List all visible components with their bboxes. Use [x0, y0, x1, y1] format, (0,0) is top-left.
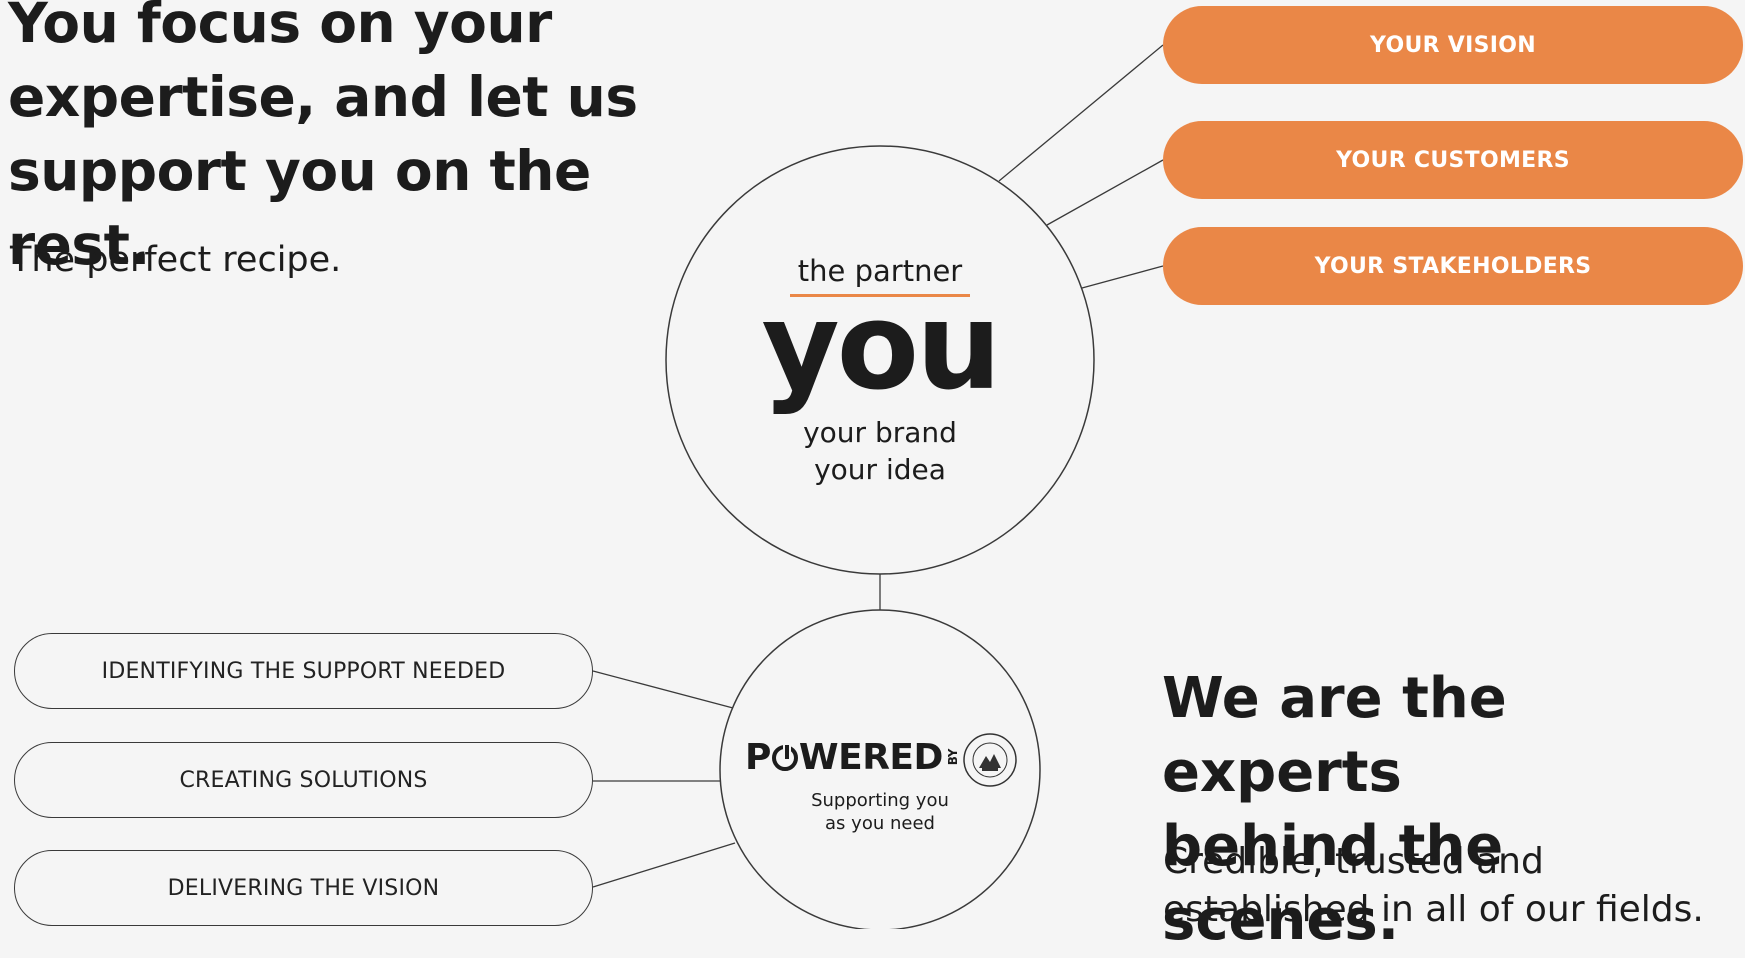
- connector-delivering: [592, 842, 736, 888]
- partner-idea-line: your idea: [814, 453, 946, 486]
- powered-logo-prefix: P: [745, 737, 771, 778]
- powered-tagline: Supporting you as you need: [780, 789, 980, 835]
- powered-tagline-line: as you need: [825, 813, 935, 834]
- your-customers-pill[interactable]: YOUR CUSTOMERS: [1163, 121, 1743, 199]
- delivering-vision-pill[interactable]: DELIVERING THE VISION: [14, 850, 593, 926]
- connector-identifying: [592, 670, 734, 709]
- outro-subline-line: Credible, trusted and: [1163, 841, 1544, 882]
- your-vision-pill[interactable]: YOUR VISION: [1163, 6, 1743, 84]
- intro-headline-line: expertise, and let us: [8, 65, 638, 129]
- partner-big-word: you: [761, 278, 1001, 417]
- powered-tagline-line: Supporting you: [811, 790, 949, 811]
- connector-vision: [998, 44, 1164, 182]
- powered-logo-suffix: WERED: [798, 737, 944, 778]
- outro-subline-line: established in all of our fields.: [1163, 889, 1704, 930]
- identifying-support-pill[interactable]: IDENTIFYING THE SUPPORT NEEDED: [14, 633, 593, 709]
- connector-customers: [1046, 159, 1164, 226]
- creating-solutions-pill[interactable]: CREATING SOLUTIONS: [14, 742, 593, 818]
- outro-headline-line: We are the experts: [1162, 666, 1507, 805]
- partner-subtext: your brand your idea: [740, 414, 1020, 488]
- intro-subline: The perfect recipe.: [10, 240, 342, 280]
- intro-headline-line: You focus on your: [8, 0, 552, 55]
- powered-by-logo: P WERED BY: [745, 737, 963, 778]
- outro-subline: Credible, trusted and established in all…: [1163, 838, 1743, 934]
- powered-by-mark: BY: [945, 749, 960, 766]
- power-icon: [771, 742, 798, 771]
- your-stakeholders-pill[interactable]: YOUR STAKEHOLDERS: [1163, 227, 1743, 305]
- seal-emblem: [963, 733, 1017, 787]
- connector-stakeholders: [1081, 265, 1164, 289]
- partner-brand-line: your brand: [803, 416, 957, 449]
